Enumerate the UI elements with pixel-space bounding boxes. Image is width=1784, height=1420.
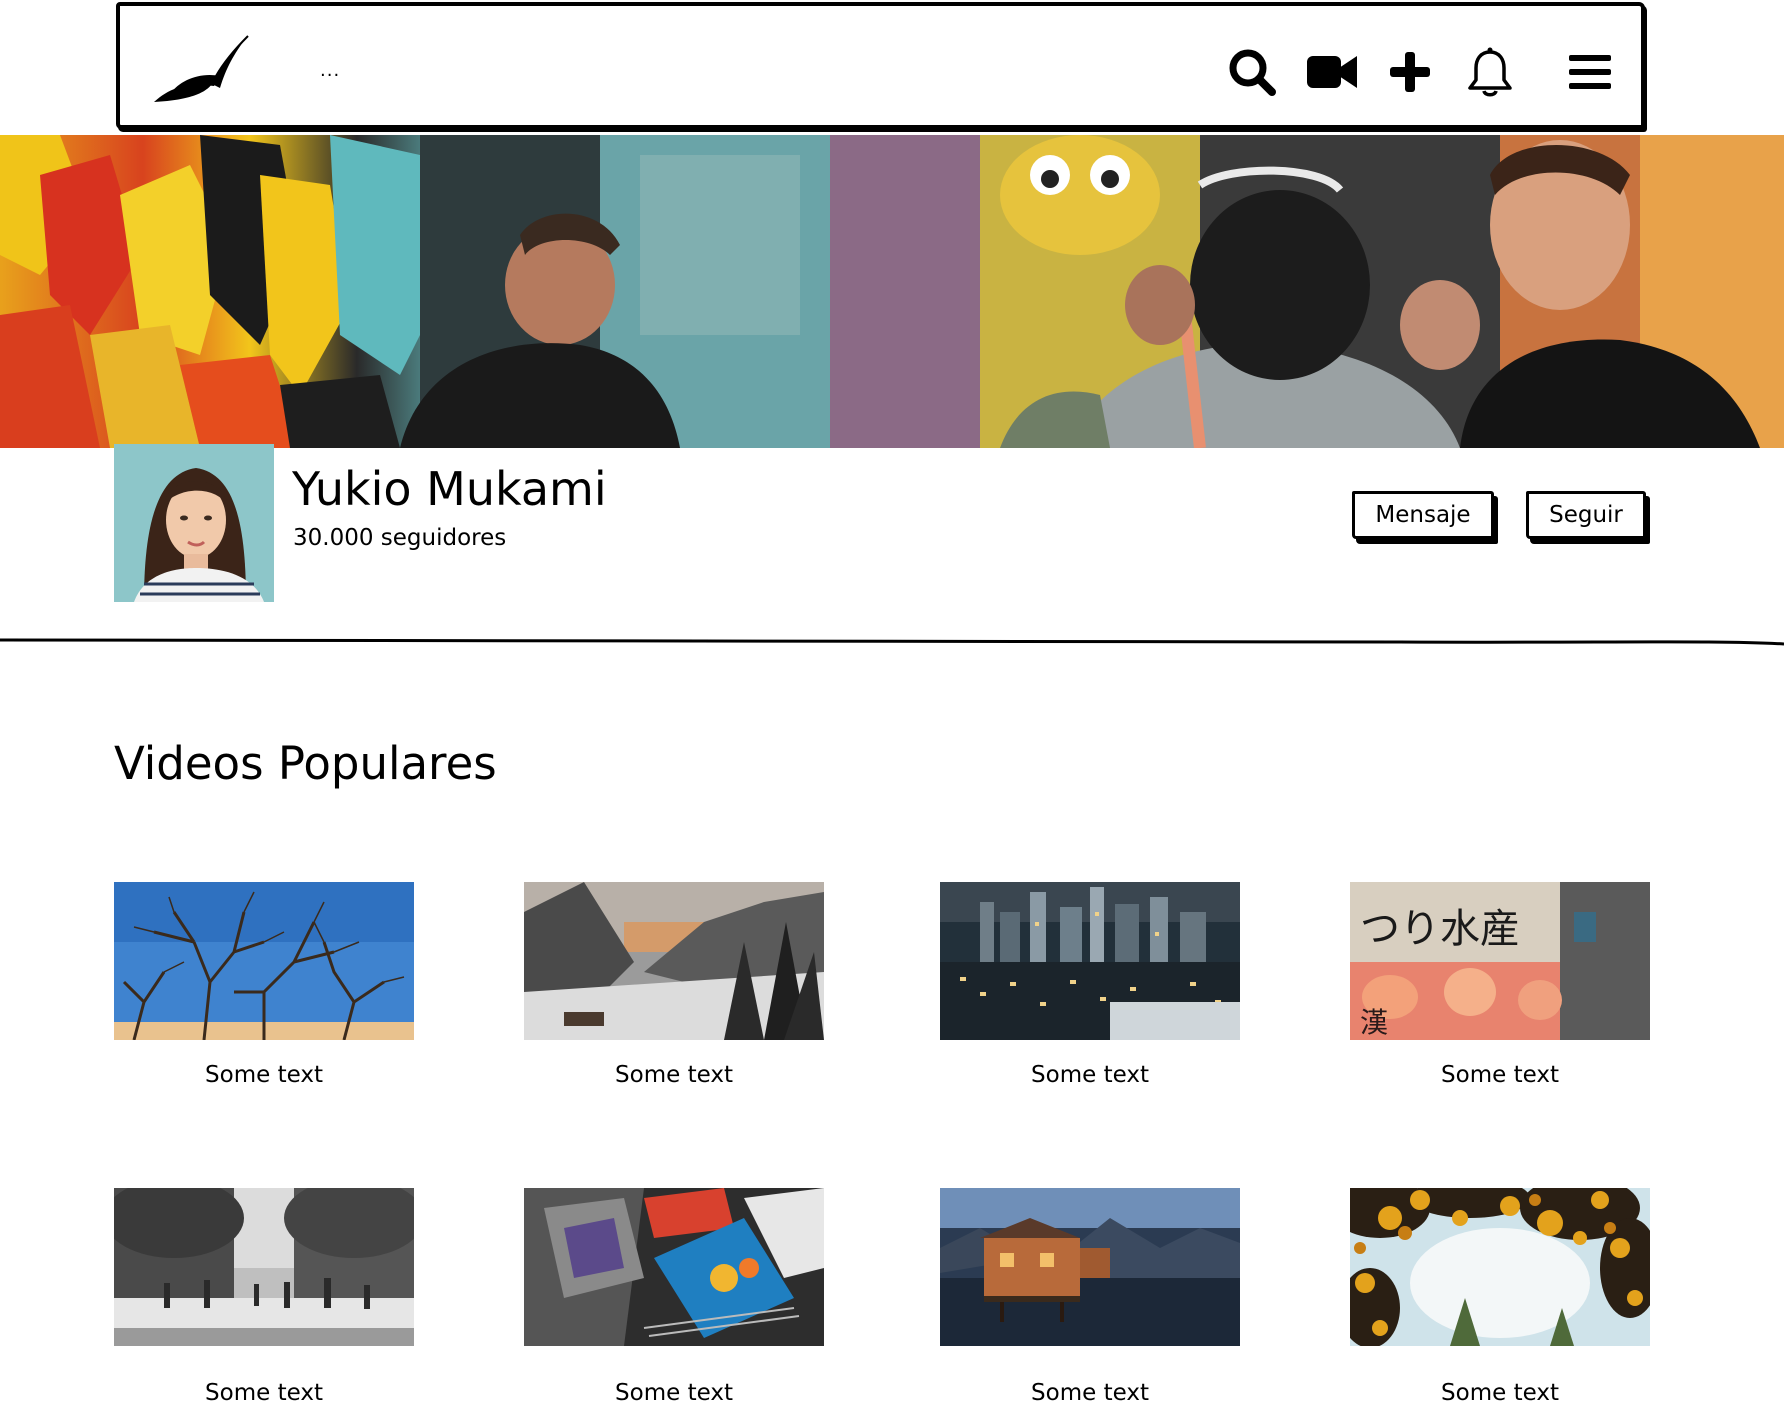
video-caption: Some text: [1441, 1380, 1559, 1406]
video-card-tree[interactable]: Some text: [114, 882, 414, 1088]
search-icon: [1229, 49, 1276, 96]
popular-videos-title: Videos Populares: [114, 737, 497, 790]
section-divider: [0, 638, 1784, 646]
menu-icon: [1569, 55, 1611, 89]
video-caption: Some text: [1031, 1062, 1149, 1088]
video-thumbnail: [940, 882, 1240, 1040]
avatar[interactable]: [114, 444, 274, 602]
video-card-japanese-shop[interactable]: つり水産 漢 Some text: [1350, 882, 1650, 1088]
bell-icon: [1468, 47, 1512, 97]
profile-name: Yukio Mukami: [292, 462, 607, 516]
cover-banner-image: [0, 135, 1784, 448]
svg-text:漢: 漢: [1360, 1006, 1388, 1039]
video-caption: Some text: [1031, 1380, 1149, 1406]
nav-placeholder-text: ...: [320, 60, 341, 81]
video-camera-button[interactable]: [1304, 44, 1360, 100]
video-caption: Some text: [205, 1380, 323, 1406]
video-card-street[interactable]: Some text: [114, 1188, 414, 1406]
profile-page: ... Yukio Mukami 30.000 seguidores Mensa…: [0, 0, 1784, 1420]
video-caption: Some text: [615, 1380, 733, 1406]
video-card-magazines[interactable]: Some text: [524, 1188, 824, 1406]
video-thumbnail: [1350, 1188, 1650, 1346]
add-button[interactable]: [1382, 44, 1438, 100]
logo-icon[interactable]: [150, 32, 250, 108]
video-caption: Some text: [615, 1062, 733, 1088]
svg-text:つり水産: つり水産: [1360, 906, 1520, 952]
video-card-city[interactable]: Some text: [940, 882, 1240, 1088]
video-caption: Some text: [1441, 1062, 1559, 1088]
search-button[interactable]: [1224, 44, 1280, 100]
notifications-button[interactable]: [1462, 44, 1518, 100]
top-navigation-bar: ...: [116, 2, 1645, 129]
video-thumbnail: [114, 1188, 414, 1346]
plus-icon: [1390, 52, 1430, 92]
follow-button[interactable]: Seguir: [1526, 491, 1646, 539]
video-thumbnail: つり水産 漢: [1350, 882, 1650, 1040]
video-caption: Some text: [205, 1062, 323, 1088]
video-thumbnail: [524, 882, 824, 1040]
menu-button[interactable]: [1562, 44, 1618, 100]
followers-count: 30.000 seguidores: [293, 525, 507, 551]
message-button[interactable]: Mensaje: [1352, 491, 1494, 539]
video-camera-icon: [1307, 56, 1357, 88]
video-thumbnail: [940, 1188, 1240, 1346]
video-card-lake-house[interactable]: Some text: [940, 1188, 1240, 1406]
video-card-autumn-leaves[interactable]: Some text: [1350, 1188, 1650, 1406]
video-card-mountains[interactable]: Some text: [524, 882, 824, 1088]
video-thumbnail: [114, 882, 414, 1040]
video-thumbnail: [524, 1188, 824, 1346]
